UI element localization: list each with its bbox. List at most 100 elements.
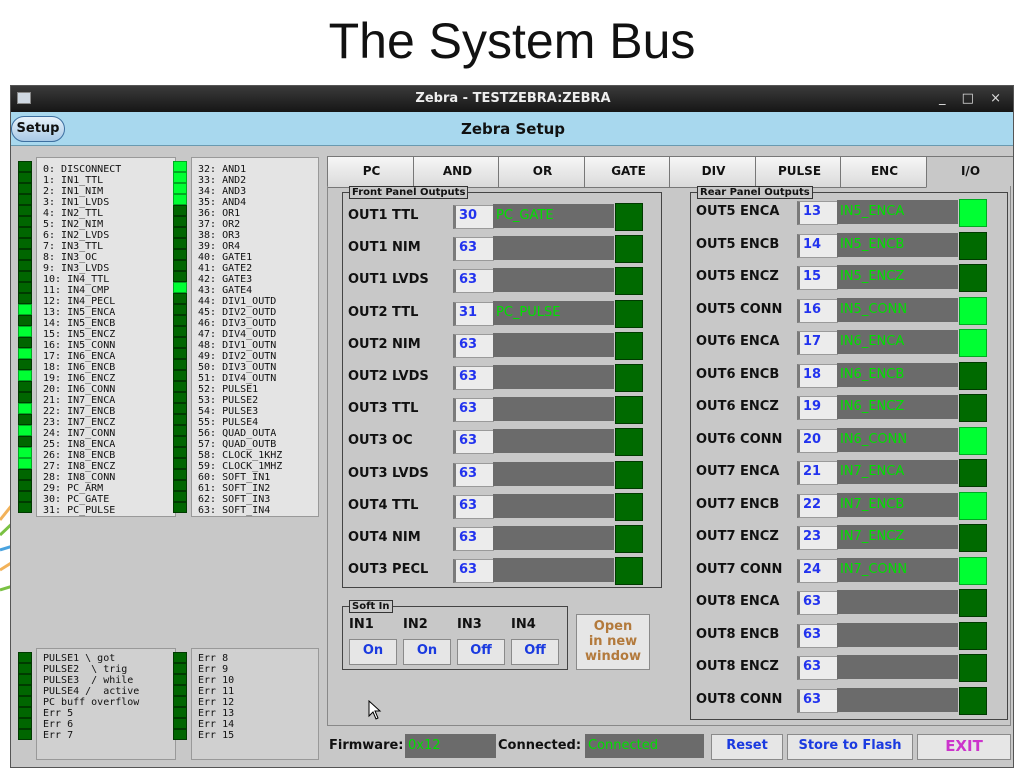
output-source-field[interactable]: 19 [797,396,838,420]
output-source-field[interactable]: 63 [453,527,494,551]
output-source-field[interactable]: 63 [453,559,494,584]
output-led-indicator [959,329,987,357]
list-item: 37: OR2 [198,219,241,230]
bus-led-indicator [18,260,32,271]
window-menu-icon[interactable] [17,92,31,104]
list-item: 42: GATE3 [198,274,253,285]
list-item: 36: OR1 [198,208,241,219]
list-item: 27: IN8_ENCZ [43,461,116,472]
list-item: 63: SOFT_IN4 [198,505,271,516]
soft-input-toggle[interactable]: On [403,639,451,665]
bus-led-indicator [18,425,32,436]
output-label: OUT5 ENCB [696,236,780,252]
output-signal-display [837,622,958,647]
output-source-field[interactable]: 63 [453,366,494,390]
status-leds-column-1 [18,652,32,748]
store-to-flash-button[interactable]: Store to Flash [787,734,913,760]
list-item: 46: DIV3_OUTD [198,318,277,329]
output-source-field[interactable]: 63 [797,688,838,713]
output-source-field[interactable]: 13 [797,201,838,225]
bus-led-indicator [18,216,32,227]
output-source-field[interactable]: 21 [797,461,838,485]
output-source-field[interactable]: 63 [453,430,494,455]
bus-led-indicator [18,304,32,315]
bus-led-indicator [173,183,187,194]
output-source-field[interactable]: 63 [453,494,494,519]
output-led-indicator [615,267,643,296]
output-source-field[interactable]: 63 [797,623,838,648]
connected-label: Connected: [498,738,582,753]
output-source-field[interactable]: 22 [797,493,838,518]
output-source-field[interactable]: 30 [453,205,494,229]
tab-gate[interactable]: GATE [584,156,673,188]
output-source-field[interactable]: 63 [453,462,494,487]
bus-led-indicator [18,205,32,216]
output-source-field[interactable]: 23 [797,526,838,550]
output-source-field[interactable]: 63 [453,269,494,294]
tab-or[interactable]: OR [498,156,587,188]
output-led-indicator [959,491,987,520]
output-source-field[interactable]: 63 [797,656,838,680]
list-item: 11: IN4_CMP [43,285,110,296]
soft-input-toggle[interactable]: On [349,639,397,665]
output-signal-display: IN7_CONN [837,557,958,582]
tab-div[interactable]: DIV [669,156,758,188]
output-label: OUT5 CONN [696,301,783,317]
list-item: 22: IN7_ENCB [43,406,116,417]
bus-led-indicator [18,403,32,414]
status-leds-column-2 [173,652,187,748]
list-item: 1: IN1_TTL [43,175,104,186]
output-source-field[interactable]: 17 [797,331,838,355]
output-signal-display [493,461,614,486]
bus-led-indicator [18,718,32,729]
list-item: 13: IN5_ENCA [43,307,116,318]
output-source-field[interactable]: 20 [797,428,838,453]
bus-led-indicator [18,381,32,392]
list-item: PULSE2 \ trig [43,664,128,675]
output-source-field[interactable]: 63 [453,237,494,262]
output-source-field[interactable]: 15 [797,266,838,290]
output-label: OUT7 ENCB [696,496,780,512]
output-source-field[interactable]: 16 [797,298,838,323]
output-label: OUT8 ENCA [696,594,780,609]
list-item: 49: DIV2_OUTN [198,351,277,362]
output-signal-display [837,590,958,614]
window-controls[interactable]: _ □ × [939,86,1007,112]
list-item: 43: GATE4 [198,285,253,296]
list-item: Err 5 [43,708,74,719]
output-signal-display [493,558,614,583]
bus-led-indicator [18,172,32,183]
tab-enc[interactable]: ENC [840,156,929,188]
tab-and[interactable]: AND [413,156,502,188]
list-item: Err 6 [43,719,74,730]
bus-led-indicator [173,685,187,696]
output-source-field[interactable]: 18 [797,363,838,388]
bus-led-indicator [18,392,32,403]
reset-button[interactable]: Reset [711,734,783,760]
output-signal-display [837,655,958,679]
tab-io[interactable]: I/O [926,156,1013,188]
tab-pulse[interactable]: PULSE [755,156,844,188]
tab-pc[interactable]: PC [327,156,416,188]
bus-led-indicator [173,249,187,260]
output-signal-display [493,429,614,454]
open-in-new-window-button[interactable]: Open in new window [576,614,650,670]
soft-input-toggle[interactable]: Off [457,639,505,665]
soft-input-toggle[interactable]: Off [511,639,559,665]
bus-led-indicator [18,293,32,304]
output-source-field[interactable]: 63 [797,591,838,615]
exit-button[interactable]: EXIT [917,734,1011,760]
setup-tab[interactable]: Setup [11,116,65,142]
output-source-field[interactable]: 24 [797,558,838,583]
output-signal-display: IN5_CONN [837,297,958,322]
output-led-indicator [959,621,987,650]
output-source-field[interactable]: 63 [453,333,494,358]
soft-input-label: IN1 [349,617,374,632]
output-signal-display [493,236,614,261]
output-source-field[interactable]: 63 [453,398,494,423]
window-titlebar: Zebra - TESTZEBRA:ZEBRA _ □ × [11,86,1013,112]
output-source-field[interactable]: 31 [453,301,494,326]
output-led-indicator [615,557,643,586]
bus-led-indicator [18,436,32,447]
output-source-field[interactable]: 14 [797,233,838,258]
